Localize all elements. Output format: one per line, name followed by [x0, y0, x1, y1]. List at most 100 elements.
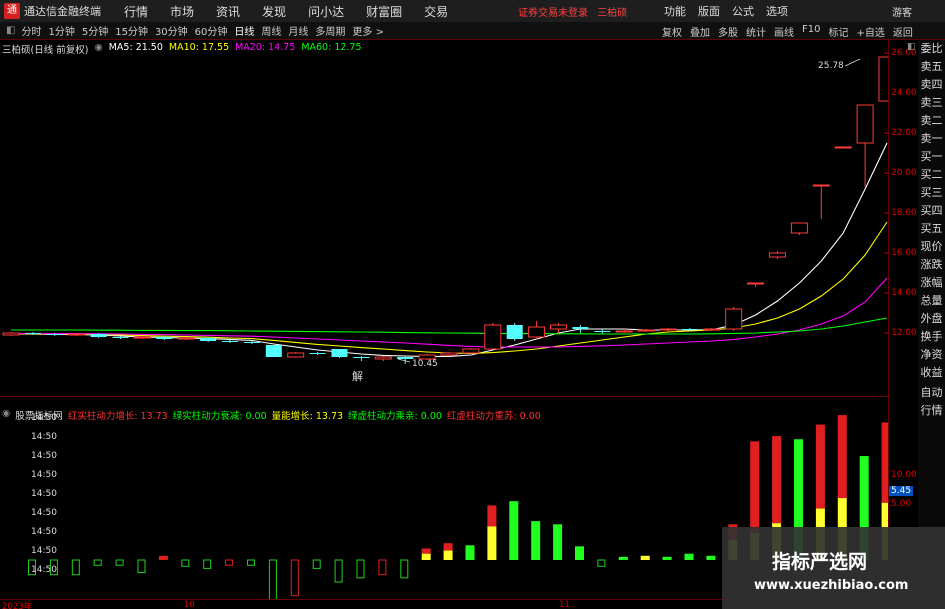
side-item[interactable]: 买四	[918, 202, 945, 220]
f10-button[interactable]: F10	[802, 24, 820, 39]
ma10-value: MA10: 17.55	[168, 42, 230, 53]
menu-options[interactable]: 选项	[766, 3, 788, 19]
candle	[747, 282, 765, 287]
side-item[interactable]: 买二	[918, 166, 945, 184]
candle-body	[812, 184, 830, 187]
tab-15min[interactable]: 15分钟	[115, 23, 148, 38]
indicator-bar	[509, 501, 519, 560]
side-item[interactable]: 总量	[918, 292, 945, 310]
side-item[interactable]: 外盘	[918, 310, 945, 328]
menu-formula[interactable]: 公式	[732, 3, 754, 19]
candle	[528, 321, 546, 339]
tab-30min[interactable]: 30分钟	[155, 23, 188, 38]
side-item[interactable]: 委比	[918, 40, 945, 58]
indicator-bar	[553, 524, 563, 560]
multi-stock-button[interactable]: 多股	[718, 24, 738, 39]
bar-solid	[706, 555, 716, 560]
tab-daily[interactable]: 日线	[234, 23, 254, 38]
tab-timeshare[interactable]: 分时	[21, 23, 41, 38]
candle-body	[68, 333, 86, 336]
indicator-bar	[531, 521, 541, 560]
price-axis: 26.00 24.00 22.00 20.00 18.00 16.00 14.0…	[888, 40, 918, 599]
candle-body	[331, 349, 348, 357]
mark-button[interactable]: 标记	[828, 24, 848, 39]
menu-quotes[interactable]: 行情	[124, 3, 148, 20]
side-item[interactable]: 换手	[918, 328, 945, 346]
settings-dot-icon[interactable]: ◉	[2, 408, 10, 422]
candle-body	[222, 341, 238, 342]
current-vol-value: 5.45	[889, 486, 914, 496]
candle-body	[572, 327, 589, 329]
axis-price-label: 12.00	[891, 328, 917, 338]
stock-name: 三柏硕(日线 前复权)	[2, 45, 89, 56]
menu-function[interactable]: 功能	[664, 3, 686, 19]
indicator-bar	[618, 556, 628, 560]
tab-weekly[interactable]: 周线	[261, 23, 281, 38]
tab-monthly[interactable]: 月线	[288, 23, 308, 38]
guest-button[interactable]: 游客	[892, 4, 912, 19]
candle-body	[856, 104, 874, 144]
side-item[interactable]: 行情	[918, 402, 945, 420]
candle-body	[769, 252, 786, 258]
ma-line-ma60	[11, 317, 888, 335]
side-item[interactable]: 卖二	[918, 112, 945, 130]
time-label: 14:50	[31, 508, 57, 518]
menu-trade[interactable]: 交易	[424, 3, 448, 20]
price-chart-panel[interactable]: 25.78 10.45 解	[0, 40, 896, 396]
side-item[interactable]: 卖一	[918, 130, 945, 148]
side-item[interactable]: 买三	[918, 184, 945, 202]
add-watchlist-button[interactable]: +自选	[856, 24, 884, 39]
side-item[interactable]: 净资	[918, 346, 945, 364]
candle-body	[878, 56, 896, 102]
tab-5min[interactable]: 5分钟	[82, 23, 108, 38]
draw-line-button[interactable]: 画线	[774, 24, 794, 39]
side-item[interactable]: 自动	[918, 384, 945, 402]
side-item[interactable]: 卖四	[918, 76, 945, 94]
candle-body	[177, 337, 195, 340]
tab-1min[interactable]: 1分钟	[48, 23, 74, 38]
side-item[interactable]: 涨跌	[918, 256, 945, 274]
login-status[interactable]: 证券交易未登录 三柏硕	[518, 4, 627, 19]
side-item[interactable]: 涨幅	[918, 274, 945, 292]
candle	[462, 348, 480, 354]
side-item[interactable]: 收益	[918, 364, 945, 382]
menu-wealth[interactable]: 财富圈	[366, 3, 402, 20]
side-item[interactable]: 买一	[918, 148, 945, 166]
tab-more[interactable]: 更多 >	[352, 23, 384, 38]
bar-red	[443, 543, 453, 551]
settings-dot-icon[interactable]: ◉	[94, 42, 102, 56]
indicator-bar	[203, 559, 212, 569]
stats-button[interactable]: 统计	[746, 24, 766, 39]
axis-price-label: 22.00	[891, 128, 917, 138]
axis-vol-label: 5.00	[891, 499, 912, 509]
side-item[interactable]: 现价	[918, 238, 945, 256]
time-label: 14:50	[31, 546, 57, 556]
date-label: 11	[559, 600, 570, 609]
menu-layout[interactable]: 版面	[698, 3, 720, 19]
axis-price-label: 14.00	[891, 288, 917, 298]
side-item[interactable]: 卖三	[918, 94, 945, 112]
menu-discover[interactable]: 发现	[262, 3, 286, 20]
side-item[interactable]: 买五	[918, 220, 945, 238]
tab-multi-period[interactable]: 多周期	[315, 23, 345, 38]
menu-news[interactable]: 资讯	[216, 3, 240, 20]
menu-ask[interactable]: 问小达	[308, 3, 344, 20]
tab-60min[interactable]: 60分钟	[195, 23, 228, 38]
side-item[interactable]: 卖五	[918, 58, 945, 76]
candle-body	[46, 334, 63, 335]
candle-body	[374, 356, 392, 360]
candle-body	[659, 328, 677, 331]
candle-body	[681, 329, 698, 330]
time-label: 14:50	[31, 470, 57, 480]
indicator-bar	[575, 546, 584, 560]
back-button[interactable]: 返回	[893, 24, 913, 39]
menu-market[interactable]: 市场	[170, 3, 194, 20]
restore-rights-button[interactable]: 复权	[662, 24, 682, 39]
indicator-red-solid: 红实柱动力增长: 13.73	[67, 411, 168, 422]
quote-side-panel: 委比 卖五 卖四 卖三 卖二 卖一 买一 买二 买三 买四 买五 现价 涨跌 涨幅 总量 外盘 换手 净资 收益自动…	[918, 40, 945, 600]
panel-toggle-icon[interactable]: ◧	[907, 42, 916, 52]
left-arrow-icon[interactable]: ◧	[6, 25, 15, 36]
candle-body	[747, 282, 765, 285]
overlay-button[interactable]: 叠加	[690, 24, 710, 39]
app-title: 通达信金融终端	[24, 5, 101, 18]
